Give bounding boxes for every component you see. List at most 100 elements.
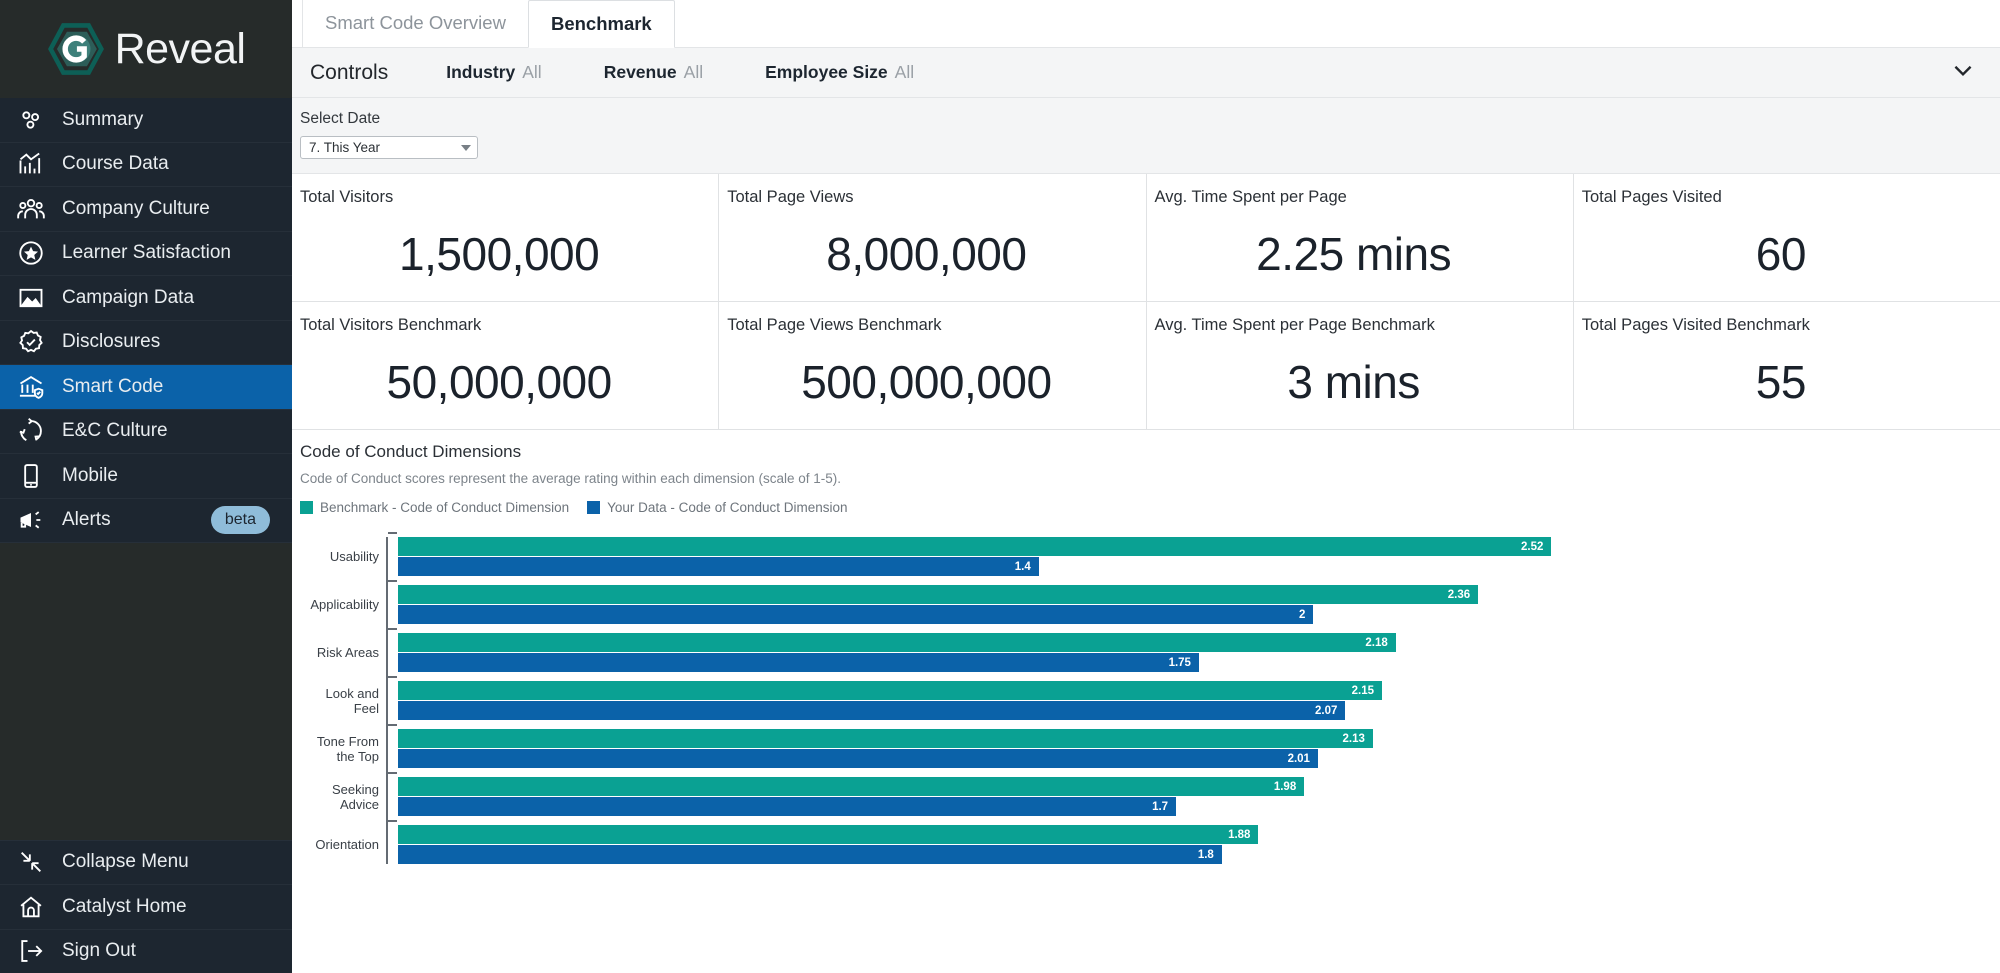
filter-revenue-name: Revenue (603, 62, 677, 82)
sidebar-item-alerts[interactable]: Alerts beta (0, 499, 292, 543)
filter-revenue[interactable]: Revenue All (604, 62, 703, 83)
sidebar-item-collapse-menu[interactable]: Collapse Menu (0, 839, 292, 885)
sidebar-spacer (0, 543, 292, 840)
chart-axis-tick (388, 820, 398, 864)
kpi-label: Total Page Views (727, 188, 854, 206)
sidebar-item-smart-code[interactable]: Smart Code (0, 365, 292, 410)
chart-category-label: Usability (329, 549, 379, 564)
chart-category-row: Orientation 1.88 1.8 (300, 820, 2000, 864)
kpi-label: Avg. Time Spent per Page (1154, 188, 1347, 206)
sidebar-item-mobile[interactable]: Mobile (0, 454, 292, 499)
chart-bar-group: 1.88 1.8 (398, 825, 2000, 864)
hexagon-c-logo-icon (47, 18, 105, 80)
filter-employee-size-value: All (894, 62, 915, 82)
brand-logo[interactable]: Reveal (0, 0, 292, 98)
chart-bar[interactable]: 2 (398, 605, 2000, 624)
kpi-value: 3 mins (1287, 356, 1420, 408)
chart-bar-value-label: 2 (1298, 608, 1306, 621)
chart-bar-fill: 1.7 (398, 797, 1177, 816)
chart-bar[interactable]: 1.75 (398, 653, 2000, 672)
chart-bar-group: 2.13 2.01 (398, 729, 2000, 768)
chart-bar[interactable]: 2.15 (398, 681, 2000, 700)
sidebar-item-company-culture[interactable]: Company Culture (0, 187, 292, 232)
sidebar-item-campaign-data[interactable]: Campaign Data (0, 276, 292, 321)
chart-axis-tick (388, 628, 398, 672)
chart-bar-value-label: 2.52 (1520, 540, 1544, 553)
chart-bar-fill: 2.52 (398, 537, 1552, 556)
chart-bar[interactable]: 2.52 (398, 537, 2000, 556)
filter-industry-value: All (522, 62, 542, 82)
chart-bar-value-label: 2.13 (1342, 732, 1365, 745)
chart-category-label: Look and Feel (325, 685, 380, 716)
chart-bar-value-label: 2.07 (1315, 704, 1338, 717)
legend-label: Your Data - Code of Conduct Dimension (607, 500, 848, 515)
chart-bar-value-label: 1.4 (1014, 560, 1031, 573)
filter-industry[interactable]: Industry All (446, 62, 542, 83)
sidebar-item-sign-out[interactable]: Sign Out (0, 928, 292, 973)
chart-bar[interactable]: 2.18 (398, 633, 2000, 652)
chart-bar-fill: 2.18 (398, 633, 1396, 652)
sidebar-item-ec-culture[interactable]: E&C Culture (0, 410, 292, 454)
controls-expand-button[interactable] (1950, 57, 1982, 88)
chart-bar-group: 2.52 1.4 (398, 537, 2000, 576)
kpi-total-pages-visited: Total Pages Visited 60 (1574, 174, 2000, 301)
kpi-label: Total Visitors Benchmark (300, 316, 482, 334)
chart-category-label: Orientation (315, 837, 379, 852)
chart-bar-value-label: 1.8 (1197, 848, 1214, 861)
chart-subtitle: Code of Conduct scores represent the ave… (300, 471, 842, 486)
tab-smart-code-overview[interactable]: Smart Code Overview (302, 0, 528, 47)
chart-bar[interactable]: 2.36 (398, 585, 2000, 604)
chart-bar[interactable]: 2.07 (398, 701, 2000, 720)
chart-bar-fill: 1.4 (398, 557, 1039, 576)
chart-category-row: Applicability 2.36 2 (300, 580, 2000, 624)
chart-title: Code of Conduct Dimensions (300, 442, 522, 461)
sidebar-item-catalyst-home[interactable]: Catalyst Home (0, 884, 292, 929)
chart-bar[interactable]: 2.13 (398, 729, 2000, 748)
chart-bar-fill: 2.15 (398, 681, 1383, 700)
select-date-label: Select Date (300, 110, 381, 127)
sidebar-item-label: Campaign Data (62, 286, 195, 308)
code-of-conduct-chart-section: Code of Conduct Dimensions Code of Condu… (292, 430, 2000, 973)
chart-bar[interactable]: 1.88 (398, 825, 2000, 844)
sidebar-item-disclosures[interactable]: Disclosures (0, 321, 292, 365)
filter-industry-name: Industry (446, 62, 516, 82)
kpi-total-visitors-benchmark: Total Visitors Benchmark 50,000,000 (292, 302, 720, 429)
sidebar-item-label: Smart Code (62, 375, 164, 397)
chart-bar[interactable]: 1.8 (398, 845, 2000, 864)
sidebar-item-label: Learner Satisfaction (62, 242, 231, 264)
legend-label: Benchmark - Code of Conduct Dimension (320, 500, 570, 515)
chart-axis-tick (388, 772, 398, 816)
chart-bar[interactable]: 1.7 (398, 797, 2000, 816)
chart-bar-group: 2.18 1.75 (398, 633, 2000, 672)
sidebar-item-label: Disclosures (62, 331, 161, 353)
sidebar-item-label: Company Culture (62, 197, 210, 219)
chart-bar-fill: 1.88 (398, 825, 1259, 844)
sidebar-item-label: Collapse Menu (62, 851, 189, 873)
chart-category-row: Usability 2.52 1.4 (300, 532, 2000, 576)
collapse-arrows-icon (16, 847, 46, 877)
chart-category-label: Seeking Advice (332, 781, 379, 812)
chart-bar-value-label: 2.01 (1287, 752, 1310, 765)
legend-item-your-data[interactable]: Your Data - Code of Conduct Dimension (587, 500, 848, 515)
sidebar-item-course-data[interactable]: Course Data (0, 143, 292, 187)
tab-bar: Smart Code Overview Benchmark (292, 0, 2000, 48)
chart-bar-fill: 2 (398, 605, 1314, 624)
tab-benchmark[interactable]: Benchmark (527, 0, 675, 48)
refresh-cycle-icon (16, 416, 46, 446)
chart-bar-value-label: 2.15 (1351, 684, 1375, 697)
chart-bar[interactable]: 1.4 (398, 557, 2000, 576)
chart-bar[interactable]: 1.98 (398, 777, 2000, 796)
controls-title: Controls (310, 60, 389, 84)
chart-bar[interactable]: 2.01 (398, 749, 2000, 768)
bank-shield-icon (16, 372, 46, 402)
sign-out-icon (16, 936, 46, 966)
sidebar-item-summary[interactable]: Summary (0, 98, 292, 143)
chart-bar-value-label: 1.98 (1273, 780, 1297, 793)
filter-employee-size[interactable]: Employee Size All (765, 62, 914, 83)
legend-item-benchmark[interactable]: Benchmark - Code of Conduct Dimension (300, 500, 569, 515)
alerts-beta-badge: beta (210, 506, 270, 535)
sidebar-item-learner-satisfaction[interactable]: Learner Satisfaction (0, 232, 292, 276)
select-date-dropdown[interactable]: 7. This Year (300, 136, 478, 159)
sidebar-item-label: Alerts (62, 509, 111, 531)
select-date-value: 7. This Year (309, 140, 381, 155)
